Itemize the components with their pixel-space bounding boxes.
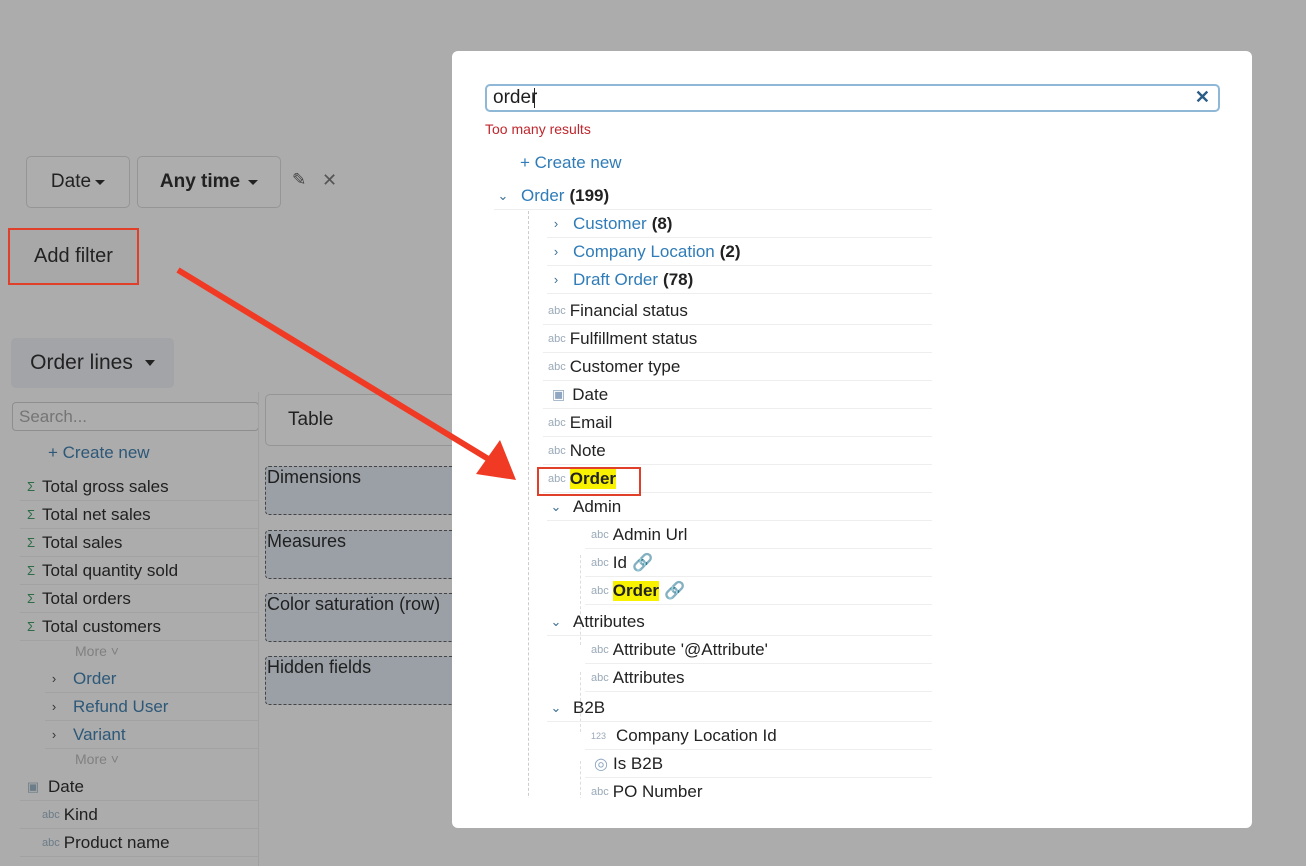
arrow-head: [476, 440, 516, 480]
arrow-shaft: [176, 267, 492, 463]
annotation-arrow: [176, 267, 516, 480]
